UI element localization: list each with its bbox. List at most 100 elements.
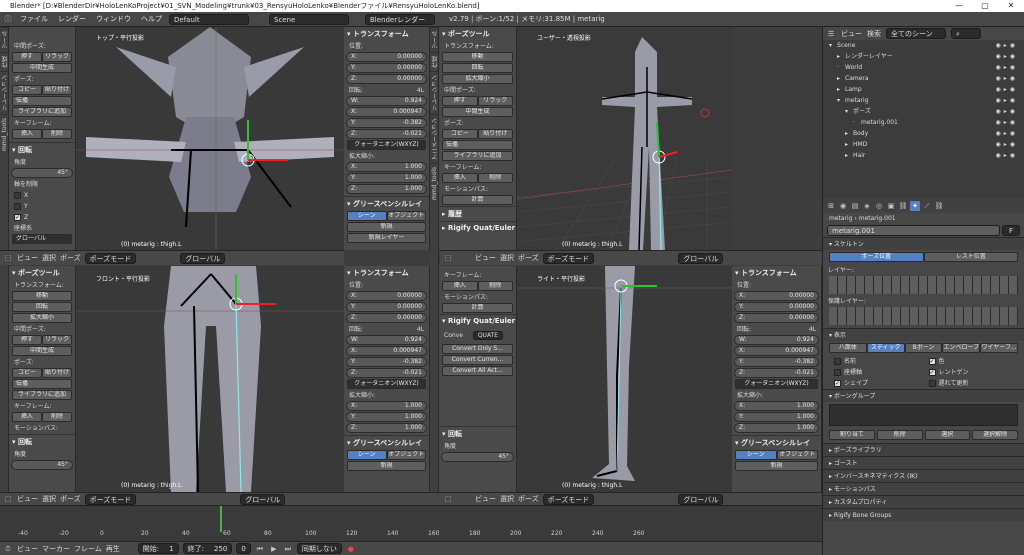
propagate-button[interactable]: 伝播 — [12, 379, 72, 389]
scale-z-field[interactable]: Z: 1.000 — [346, 423, 427, 433]
axis-z-checkbox[interactable]: ✓ Z — [9, 212, 75, 223]
outliner-row[interactable]: ▸ Hair ◉▸◉ — [823, 150, 1024, 161]
tab-mmd-tools[interactable]: mmd_tools — [0, 114, 8, 154]
add-to-library-button[interactable]: ライブラリに追加 — [442, 151, 513, 161]
orientation-selector[interactable]: グローバル — [678, 493, 724, 505]
outliner-row[interactable]: ▸ レンダーレイヤー ◉▸◉ — [823, 51, 1024, 62]
menu-pose[interactable]: ポーズ — [518, 494, 539, 504]
add-to-library-button[interactable]: ライブラリに追加 — [12, 390, 72, 400]
rest-position-button[interactable]: レスト位置 — [923, 252, 1018, 262]
record-icon[interactable]: ● — [346, 544, 356, 554]
current-frame-cursor[interactable] — [220, 506, 222, 532]
copy-pose-button[interactable]: コピー — [442, 129, 478, 139]
outliner-row[interactable]: ▾ Scene ◉▸◉ — [823, 40, 1024, 51]
motion-paths-panel-header[interactable]: ▸ モーションパス — [823, 482, 1024, 495]
show-names-checkbox[interactable]: 名前 — [829, 356, 924, 367]
visibility-icons[interactable]: ◉▸◉ — [996, 51, 1018, 62]
tab-tools[interactable]: ツール — [0, 27, 8, 52]
tab-mmd-tools[interactable]: mmd_tools — [430, 163, 438, 203]
orientation-selector[interactable]: グローバル — [678, 252, 724, 264]
visibility-icons[interactable]: ◉▸◉ — [996, 106, 1018, 117]
outliner-editor-icon[interactable]: ☰ — [826, 29, 836, 39]
paste-pose-button[interactable]: 貼り付け — [42, 368, 72, 378]
insert-keyframe-button[interactable]: 挿入 — [442, 173, 478, 183]
menu-select[interactable]: 選択 — [500, 253, 514, 263]
menu-help[interactable]: ヘルプ — [138, 14, 165, 24]
rotation-y-field[interactable]: Y: -0.382 — [346, 118, 427, 128]
orientation-selector[interactable]: グローバル — [180, 252, 226, 264]
visibility-icons[interactable]: ◉▸◉ — [996, 139, 1018, 150]
end-frame-field[interactable]: 終了: 250 — [182, 543, 233, 554]
armature-name-field[interactable]: metarig.001 — [827, 225, 1000, 236]
gp-scene-button[interactable]: シーン — [347, 211, 387, 221]
visibility-icons[interactable]: ◉▸◉ — [996, 95, 1018, 106]
scale-x-field[interactable]: X: 1.000 — [734, 401, 819, 411]
outliner-row[interactable]: ▸ Camera ◉▸◉ — [823, 73, 1024, 84]
ghost-panel-header[interactable]: ▸ ゴースト — [823, 456, 1024, 469]
menu-select[interactable]: 選択 — [42, 494, 56, 504]
rotate-section-header[interactable]: ▾ 回転 — [9, 434, 75, 449]
bone-constraint-tab-icon[interactable]: ⛓ — [934, 201, 944, 211]
rotation-y-field[interactable]: Y: -0.382 — [734, 357, 819, 367]
insert-keyframe-button[interactable]: 挿入 — [12, 129, 42, 139]
menu-pose[interactable]: ポーズ — [518, 253, 539, 263]
viewport-front[interactable]: フロント・平行投影 (0) metarig : thigh.L — [76, 266, 344, 492]
pose-tools-header[interactable]: ▾ ポーズツール — [439, 27, 516, 41]
close-button[interactable]: ✕ — [998, 0, 1024, 12]
gp-new-button[interactable]: 新規 — [347, 461, 426, 471]
gp-scene-button[interactable]: シーン — [735, 450, 777, 460]
convert-all-button[interactable]: Convert All Act... — [442, 366, 513, 376]
gp-object-button[interactable]: オブジェクト — [386, 450, 426, 460]
location-z-field[interactable]: Z: 0.00000 — [734, 313, 819, 323]
armature-tab-icon[interactable]: ✦ — [910, 201, 920, 211]
convert-only-selected-button[interactable]: Convert Only S... — [442, 344, 513, 354]
expand-toggle-icon[interactable]: ▸ — [837, 51, 845, 62]
ik-panel-header[interactable]: ▸ インバースキネマティクス (IK) — [823, 469, 1024, 482]
rotation-z-field[interactable]: Z: -0.021 — [734, 368, 819, 378]
paste-pose-button[interactable]: 貼り付け — [477, 129, 513, 139]
timeline[interactable]: -40 -20 0 20 40 60 80 100 120 140 160 180 200 220 240 2… — [0, 505, 822, 541]
add-to-library-button[interactable]: ライブラリに追加 — [12, 107, 72, 117]
menu-view[interactable]: ビュー — [17, 494, 38, 504]
expand-toggle-icon[interactable]: ▾ — [837, 95, 845, 106]
menu-pose[interactable]: ポーズ — [60, 494, 81, 504]
mode-selector[interactable]: ポーズモード — [542, 493, 595, 505]
angle-field[interactable]: 45° — [11, 168, 73, 178]
rotation-mode-dropdown[interactable]: クォータニオン(WXYZ) — [735, 379, 818, 389]
convert-current-button[interactable]: Convert Curren... — [442, 355, 513, 365]
location-y-field[interactable]: Y: 0.00000 — [346, 302, 427, 312]
tab-animation[interactable]: アニメーション — [430, 114, 438, 163]
view3d-editor-icon[interactable]: ⬚ — [443, 494, 453, 504]
visibility-icons[interactable]: ◉▸◉ — [996, 150, 1018, 161]
layout-selector[interactable]: Default — [169, 13, 249, 25]
insert-keyframe-button[interactable]: 挿入 — [12, 412, 42, 422]
axis-y-checkbox[interactable]: Y — [9, 201, 75, 212]
move-button[interactable]: 移動 — [12, 291, 72, 301]
assign-bone-group-button[interactable]: 割り当て — [829, 430, 875, 440]
rotation-z-field[interactable]: Z: -0.021 — [346, 368, 427, 378]
gp-new-layer-button[interactable]: 新規レイヤー — [347, 233, 426, 243]
show-colors-checkbox[interactable]: ✓ 色 — [924, 356, 1019, 367]
propagate-button[interactable]: 伝播 — [442, 140, 513, 150]
bone-groups-panel-header[interactable]: ▾ ボーングループ — [823, 389, 1024, 402]
start-frame-field[interactable]: 開始: 1 — [137, 543, 179, 554]
gp-scene-button[interactable]: シーン — [347, 450, 387, 460]
outliner-menu-search[interactable]: 検索 — [867, 29, 881, 39]
copy-pose-button[interactable]: コピー — [12, 368, 42, 378]
show-shapes-checkbox[interactable]: ✓ シェイプ — [829, 378, 924, 389]
outliner-display-filter[interactable]: 全てのシーン — [886, 28, 946, 39]
copy-pose-button[interactable]: コピー — [12, 85, 42, 95]
display-envelope-button[interactable]: エンベロープ — [942, 343, 981, 353]
current-frame-field[interactable]: 0 — [236, 543, 251, 554]
rotate-section-header[interactable]: ▾ 回転 — [439, 426, 516, 441]
calculate-button[interactable]: 計算 — [442, 195, 513, 205]
xray-checkbox[interactable]: ✓ レントゲン — [924, 367, 1019, 378]
play-icon[interactable]: ▶ — [269, 544, 279, 554]
relax-button[interactable]: リラック — [42, 335, 72, 345]
rotate-button[interactable]: 回転 — [442, 63, 513, 73]
location-z-field[interactable]: Z: 0.00000 — [346, 313, 427, 323]
visibility-icons[interactable]: ◉▸◉ — [996, 73, 1018, 84]
location-y-field[interactable]: Y: 0.00000 — [734, 302, 819, 312]
properties-editor-icon[interactable]: ⊞ — [826, 201, 836, 211]
gp-new-button[interactable]: 新規 — [347, 222, 426, 232]
